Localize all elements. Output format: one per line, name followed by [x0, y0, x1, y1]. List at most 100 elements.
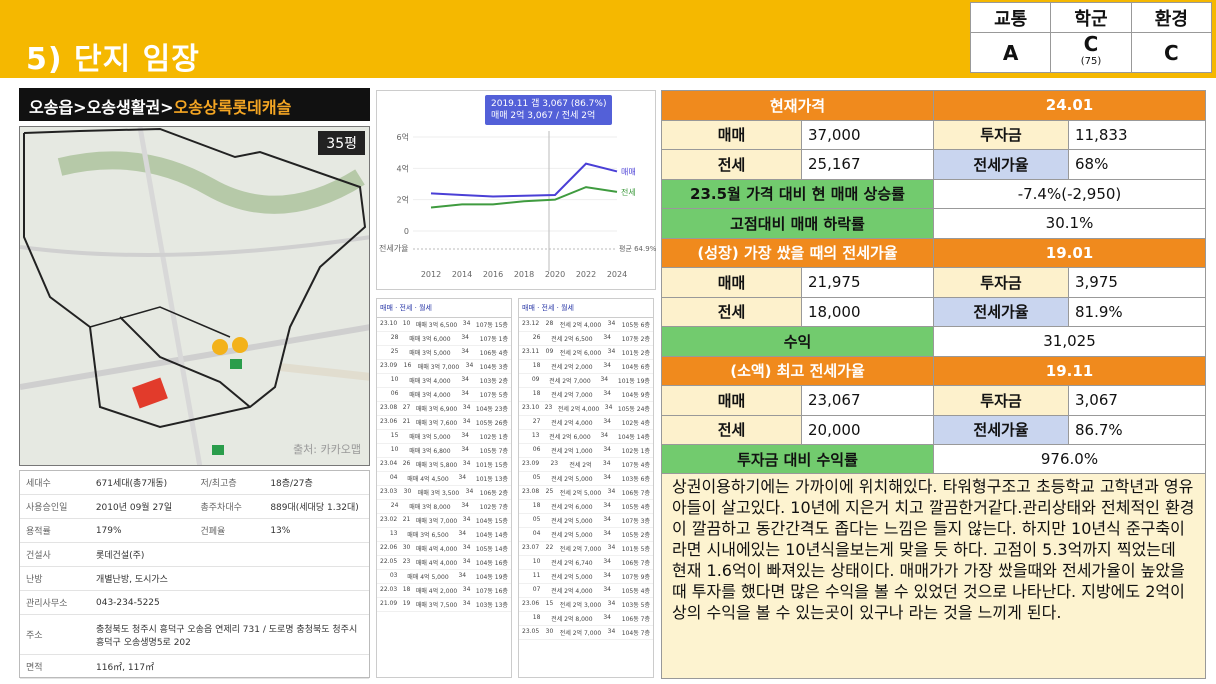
trade-tabs[interactable]: 매매 · 전세 · 월세 — [519, 299, 653, 318]
trade-day: 04 — [389, 474, 398, 481]
trade-row[interactable]: 15 매매 3억 5,000 34 102동 1층 — [377, 430, 511, 444]
trade-row[interactable]: 28 매매 3억 6,000 34 107동 1층 — [377, 332, 511, 346]
trade-row[interactable]: 18 전세 2억 6,000 34 105동 4층 — [519, 500, 653, 514]
trade-row[interactable]: 05 전세 2억 5,000 34 107동 3층 — [519, 514, 653, 528]
x-tick-label: 2018 — [514, 270, 534, 279]
trade-row[interactable]: 22.03 18 매매 4억 2,000 34 107동 16층 — [377, 584, 511, 598]
trade-row[interactable]: 03 매매 4억 5,000 34 104동 19층 — [377, 570, 511, 584]
trade-row[interactable]: 06 매매 3억 4,000 34 107동 5층 — [377, 388, 511, 402]
trade-month: 23.08 — [380, 404, 398, 411]
trade-row[interactable]: 25 매매 3억 5,000 34 106동 4층 — [377, 346, 511, 360]
trade-row[interactable]: 13 전세 2억 6,000 34 104동 14층 — [519, 430, 653, 444]
trade-floor: 102동 7층 — [479, 504, 508, 511]
trade-price: 매매 3억 6,900 — [415, 406, 458, 413]
trade-area: 34 — [607, 600, 616, 607]
trade-row[interactable]: 23.10 23 전세 2억 4,000 34 105동 24층 — [519, 402, 653, 416]
trade-floor: 105동 24층 — [617, 406, 650, 413]
profit-value: 31,025 — [933, 326, 1206, 357]
trade-row[interactable]: 23.07 22 전세 2억 7,000 34 101동 5층 — [519, 542, 653, 556]
info-key: 건설사 — [26, 551, 51, 561]
trade-row[interactable]: 10 전세 2억 6,740 34 106동 7층 — [519, 556, 653, 570]
trade-area: 34 — [461, 502, 469, 509]
trade-row[interactable]: 23.12 28 전세 2억 4,000 34 105동 6층 — [519, 318, 653, 332]
trade-row[interactable]: 22.06 30 매매 4억 4,000 34 105동 14층 — [377, 542, 511, 556]
trade-row[interactable]: 26 전세 2억 6,500 34 107동 2층 — [519, 332, 653, 346]
trade-floor: 103동 5층 — [621, 602, 650, 609]
trade-floor: 106동 7층 — [621, 560, 650, 567]
trade-day: 16 — [403, 362, 412, 369]
trade-row[interactable]: 18 전세 2억 8,000 34 106동 7층 — [519, 612, 653, 626]
trade-row[interactable]: 06 전세 2억 1,000 34 102동 1층 — [519, 444, 653, 458]
trade-row[interactable]: 04 전세 2억 5,000 34 105동 2층 — [519, 528, 653, 542]
trade-row[interactable]: 23.11 09 전세 2억 6,000 34 101동 2층 — [519, 346, 653, 360]
trade-row[interactable]: 23.05 30 전세 2억 7,000 34 104동 7층 — [519, 626, 653, 640]
price-chart[interactable]: 6억 4억 2억 0 2012 2014 2016 2018 2020 2022 2024 매매 전세 전… — [376, 90, 657, 290]
trade-row[interactable]: 10 매매 3억 4,000 34 103동 2층 — [377, 374, 511, 388]
trade-day: 13 — [389, 530, 398, 537]
trade-price: 매매 3억 7,000 — [417, 364, 460, 371]
trade-price: 매매 3억 7,500 — [415, 602, 458, 609]
info-key: 총주차대수 — [200, 503, 242, 513]
trade-row[interactable]: 24 매매 3억 8,000 34 102동 7층 — [377, 500, 511, 514]
peak-label: (소액) 최고 전세가율 — [661, 355, 934, 386]
info-value: 671세대(총7개동) — [95, 479, 168, 489]
y-tick-label: 2억 — [397, 195, 409, 205]
trade-price: 전세 2억 3,000 — [559, 602, 602, 609]
area-map[interactable]: 35평 출처: 카카오맵 — [19, 126, 370, 466]
info-row: 건설사 롯데건설(주) — [20, 543, 369, 567]
trade-row[interactable]: 09 전세 2억 7,000 34 101동 19층 — [519, 374, 653, 388]
jeonse-trade-list[interactable]: 매매 · 전세 · 월세 23.12 28 전세 2억 4,000 34 105동 6층… — [518, 298, 654, 678]
trade-day: 13 — [531, 432, 540, 439]
trade-row[interactable]: 18 전세 2억 2,000 34 104동 6층 — [519, 360, 653, 374]
trade-row[interactable]: 13 매매 3억 6,500 34 104동 14층 — [377, 528, 511, 542]
x-tick-label: 2022 — [576, 270, 596, 279]
trade-row[interactable]: 23.09 23 전세 2억 34 107동 4층 — [519, 458, 653, 472]
trade-floor: 107동 15층 — [475, 322, 508, 329]
trade-price: 매매 3억 4,000 — [409, 378, 451, 385]
trade-row[interactable]: 23.08 25 전세 2억 5,000 34 106동 7층 — [519, 486, 653, 500]
info-key: 관리사무소 — [26, 599, 68, 609]
trade-row[interactable]: 23.02 21 매매 3억 7,000 34 104동 15층 — [377, 514, 511, 528]
trade-row[interactable]: 07 전세 2억 4,000 34 105동 4층 — [519, 584, 653, 598]
trade-row[interactable]: 04 매매 4억 4,500 34 101동 13층 — [377, 472, 511, 486]
sale-trade-list[interactable]: 매매 · 전세 · 월세 23.10 10 매매 3억 6,500 34 107동 15… — [376, 298, 512, 678]
trade-tabs[interactable]: 매매 · 전세 · 월세 — [377, 299, 511, 318]
trade-row[interactable]: 23.09 16 매매 3억 7,000 34 104동 3층 — [377, 360, 511, 374]
trade-area: 34 — [603, 362, 611, 369]
trade-row[interactable]: 23.06 15 전세 2억 3,000 34 103동 5층 — [519, 598, 653, 612]
trade-row[interactable]: 21.09 19 매매 3억 7,500 34 103동 13층 — [377, 598, 511, 612]
trade-row[interactable]: 23.04 26 매매 3억 5,800 34 101동 15층 — [377, 458, 511, 472]
trade-row[interactable]: 23.08 27 매매 3억 6,900 34 104동 23층 — [377, 402, 511, 416]
trade-area: 34 — [461, 446, 469, 453]
trade-month: 23.06 — [380, 418, 398, 425]
trade-row[interactable]: 11 전세 2억 5,000 34 107동 9층 — [519, 570, 653, 584]
trade-floor: 105동 4층 — [621, 588, 650, 595]
info-value: 2010년 09월 27일 — [95, 503, 173, 513]
trade-floor: 101동 19층 — [617, 378, 650, 385]
peak-ratio-label: 전세가율 — [933, 414, 1069, 445]
trade-area: 34 — [603, 614, 611, 621]
chart-tooltip: 2019.11 갭 3,067 (86.7%) 매매 2억 3,067 / 전세… — [485, 95, 613, 125]
trade-row[interactable]: 23.06 21 매매 3억 7,600 34 105동 26층 — [377, 416, 511, 430]
current-price-date: 24.01 — [933, 90, 1206, 121]
trade-price: 매매 3억 6,000 — [409, 336, 451, 343]
trade-row[interactable]: 10 매매 3억 6,800 34 105동 7층 — [377, 444, 511, 458]
drop-rate-value: 30.1% — [933, 208, 1206, 239]
breadcrumb-complex: 오송상록롯데캐슬 — [173, 98, 292, 117]
grade-transport: A — [969, 32, 1052, 73]
trade-area: 34 — [465, 362, 474, 369]
trade-price: 매매 4억 5,000 — [407, 574, 449, 581]
trade-price: 매매 3억 6,500 — [415, 322, 458, 329]
trade-row[interactable]: 05 전세 2억 5,000 34 103동 6층 — [519, 472, 653, 486]
trade-row[interactable]: 22.05 23 매매 4억 4,000 34 104동 16층 — [377, 556, 511, 570]
info-key: 세대수 — [26, 479, 51, 489]
trade-day: 18 — [402, 586, 411, 593]
trade-month: 23.05 — [522, 628, 540, 635]
series-label: 전세 — [621, 187, 636, 197]
peak-ratio-value: 86.7% — [1068, 414, 1206, 445]
trade-area: 34 — [603, 530, 611, 537]
trade-row[interactable]: 23.10 10 매매 3억 6,500 34 107동 15층 — [377, 318, 511, 332]
trade-row[interactable]: 27 전세 2억 4,000 34 102동 4층 — [519, 416, 653, 430]
trade-row[interactable]: 23.03 30 매매 3억 3,500 34 106동 2층 — [377, 486, 511, 500]
trade-row[interactable]: 18 전세 2억 7,000 34 104동 9층 — [519, 388, 653, 402]
